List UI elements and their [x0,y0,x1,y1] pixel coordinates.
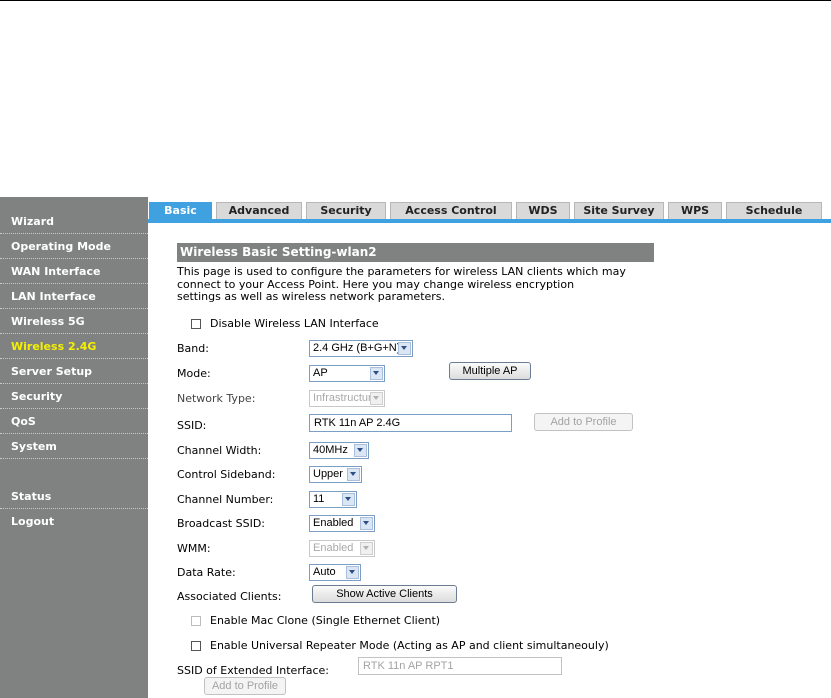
add-to-profile-button-2: Add to Profile [204,677,286,695]
tab-access-control[interactable]: Access Control [390,202,512,219]
tab-schedule[interactable]: Schedule [726,202,822,219]
broadcast-ssid-select[interactable]: Enabled [309,515,375,532]
multiple-ap-button[interactable]: Multiple AP [449,362,531,380]
add-to-profile-button: Add to Profile [534,413,633,431]
top-rule [0,0,831,1]
control-sideband-value: Upper [313,468,343,480]
sidebar-item-wan-interface[interactable]: WAN Interface [0,259,148,284]
mode-label: Mode: [177,367,211,380]
universal-repeater-checkbox[interactable] [191,641,201,651]
mac-clone-checkbox [191,616,201,626]
channel-number-select[interactable]: 11 [309,491,357,508]
band-label: Band: [177,342,209,355]
wmm-select: Enabled [309,540,375,557]
channel-width-select[interactable]: 40MHz [309,442,369,459]
disable-wlan-checkbox[interactable] [191,319,201,329]
mode-value: AP [313,367,328,379]
network-type-label: Network Type: [177,392,256,405]
data-rate-select[interactable]: Auto [309,564,361,581]
wmm-value: Enabled [313,542,354,554]
extended-ssid-label: SSID of Extended Interface: [177,664,329,677]
description-line: This page is used to configure the param… [177,265,626,278]
universal-repeater-label: Enable Universal Repeater Mode (Acting a… [210,639,609,652]
sidebar-item-qos[interactable]: QoS [0,409,148,434]
associated-clients-label: Associated Clients: [177,590,282,603]
tab-wps[interactable]: WPS [668,202,722,219]
sidebar-item-server-setup[interactable]: Server Setup [0,359,148,384]
sidebar-item-logout[interactable]: Logout [0,509,148,534]
ssid-label: SSID: [177,419,207,432]
sidebar-item-system[interactable]: System [0,434,148,459]
network-type-select: Infrastructure [309,390,385,407]
chevron-down-icon [347,468,360,481]
channel-number-value: 11 [313,493,325,505]
sidebar-item-lan-interface[interactable]: LAN Interface [0,284,148,309]
chevron-down-icon [398,342,411,355]
sidebar-item-operating-mode[interactable]: Operating Mode [0,234,148,259]
broadcast-ssid-label: Broadcast SSID: [177,517,265,530]
tab-underline [148,219,831,223]
band-value: 2.4 GHz (B+G+N) [313,342,401,354]
tab-site-survey[interactable]: Site Survey [574,202,664,219]
disable-wlan-label: Disable Wireless LAN Interface [210,317,379,330]
channel-width-label: Channel Width: [177,444,262,457]
sidebar-item-security[interactable]: Security [0,384,148,409]
network-type-value: Infrastructure [313,392,378,404]
data-rate-label: Data Rate: [177,566,236,579]
wmm-label: WMM: [177,542,211,555]
sidebar-item-status[interactable]: Status [0,484,148,509]
sidebar-item-wireless-24g[interactable]: Wireless 2.4G [0,334,148,359]
tab-advanced[interactable]: Advanced [216,202,302,219]
show-active-clients-button[interactable]: Show Active Clients [312,585,457,603]
data-rate-value: Auto [313,566,336,578]
band-select[interactable]: 2.4 GHz (B+G+N) [309,340,413,357]
chevron-down-icon [354,444,367,457]
sidebar-item-wireless-5g[interactable]: Wireless 5G [0,309,148,334]
mode-select[interactable]: AP [309,365,385,382]
sidebar-item-wizard[interactable]: Wizard [0,209,148,234]
channel-width-value: 40MHz [313,444,348,456]
broadcast-ssid-value: Enabled [313,517,354,529]
channel-number-label: Channel Number: [177,493,274,506]
control-sideband-select[interactable]: Upper [309,466,362,483]
page-description: This page is used to configure the param… [177,265,677,304]
chevron-down-icon [346,566,359,579]
mac-clone-label: Enable Mac Clone (Single Ethernet Client… [210,614,441,627]
extended-ssid-input: RTK 11n AP RPT1 [358,657,562,675]
tab-basic[interactable]: Basic [149,202,212,219]
chevron-down-icon [360,542,373,555]
control-sideband-label: Control Sideband: [177,468,276,481]
chevron-down-icon [342,493,355,506]
chevron-down-icon [370,392,383,405]
tab-security[interactable]: Security [306,202,386,219]
tab-wds[interactable]: WDS [516,202,570,219]
description-line: settings as well as wireless network par… [177,290,446,303]
ssid-input[interactable]: RTK 11n AP 2.4G [309,414,512,432]
chevron-down-icon [370,367,383,380]
sidebar: Wizard Operating Mode WAN Interface LAN … [0,197,148,698]
chevron-down-icon [360,517,373,530]
page-title: Wireless Basic Setting-wlan2 [177,243,654,262]
